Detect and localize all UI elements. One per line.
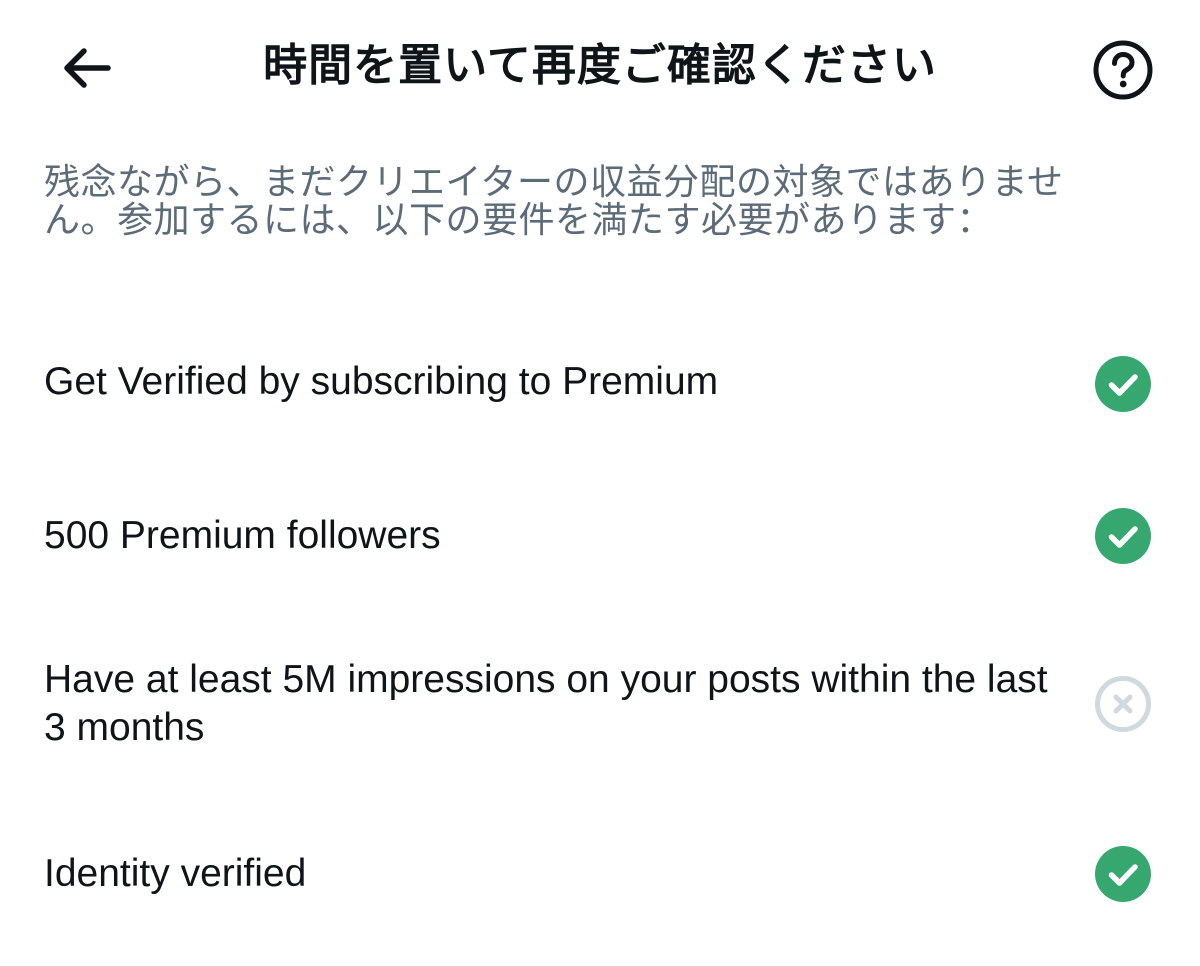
check-circle-icon [1095,508,1151,564]
check-circle-icon [1095,846,1151,902]
requirement-label: Get Verified by subscribing to Premium [44,360,719,403]
header-bar: 時間を置いて再度ご確認ください [0,0,1200,135]
requirement-label: 500 Premium followers [44,514,441,557]
check-circle-icon [1095,356,1151,412]
eligibility-description: 残念ながら、まだクリエイターの収益分配の対象ではありません。参加するには、以下の… [44,162,1064,241]
help-button[interactable] [1092,39,1154,101]
x-circle-icon [1095,676,1151,732]
question-circle-icon [1093,40,1153,100]
requirement-label: Identity verified [44,852,307,895]
requirement-label: Have at least 5M impressions on your pos… [44,658,1048,749]
page-title: 時間を置いて再度ご確認ください [263,40,937,91]
